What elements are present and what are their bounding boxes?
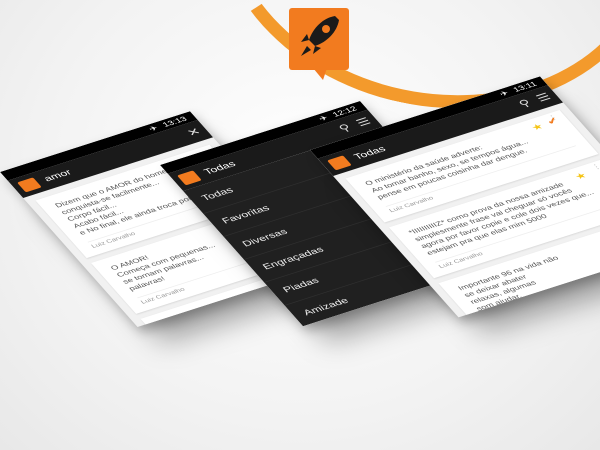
menu-icon[interactable]: ☰ — [353, 115, 373, 129]
app-icon[interactable] — [177, 170, 202, 186]
search-icon[interactable]: ⚲ — [336, 122, 354, 135]
app-icon[interactable] — [17, 177, 42, 193]
close-icon[interactable]: ✕ — [184, 126, 204, 139]
rocket-icon — [301, 16, 339, 56]
menu-icon[interactable]: ☰ — [533, 91, 553, 105]
app-icon[interactable] — [327, 155, 352, 171]
app-logo — [289, 8, 349, 80]
search-icon[interactable]: ⚲ — [516, 97, 534, 110]
